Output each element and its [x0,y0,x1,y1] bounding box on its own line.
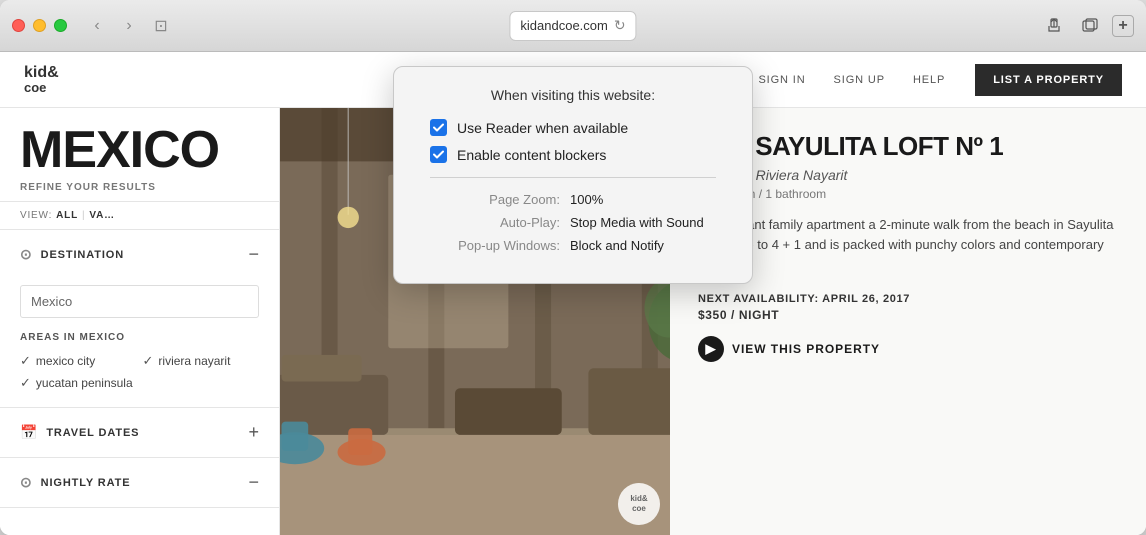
area-check-yucatan: ✓ [20,375,31,391]
page-title: MEXICO [20,124,259,176]
site-logo[interactable]: kid& coe [24,64,59,96]
view-va-link[interactable]: VA… [89,210,115,221]
popup-windows-row: Pop-up Windows: Block and Notify [430,238,716,253]
area-item-mexico-city: ✓ mexico city [20,353,137,369]
destination-filter-section: ⊙ DESTINATION − AREAS IN MEXICO ✓ mexico… [0,230,279,408]
destination-filter-body: AREAS IN MEXICO ✓ mexico city ✓ riviera … [0,279,279,407]
share-button[interactable] [1040,12,1068,40]
travel-dates-title-group: 📅 TRAVEL DATES [20,424,139,441]
property-title: THE SAYULITA LOFT Nº 1 [698,132,1118,161]
destination-input[interactable] [20,285,259,318]
view-property-label: VIEW THIS PROPERTY [732,342,880,356]
property-description: This vibrant family apartment a 2-minute… [698,215,1118,277]
new-tab-button[interactable]: + [1112,15,1134,37]
minimize-button[interactable] [33,19,46,32]
view-bar: VIEW: ALL | VA… [0,201,279,230]
areas-label: AREAS IN MEXICO [20,332,259,343]
url-bar[interactable]: kidandcoe.com ↻ [509,11,636,41]
nightly-rate-filter-section: ⊙ NIGHTLY RATE − [0,458,279,508]
nav-item-help[interactable]: HELP [899,74,959,86]
nightly-rate-title-group: ⊙ NIGHTLY RATE [20,474,130,491]
destination-filter-header[interactable]: ⊙ DESTINATION − [0,230,279,279]
logo-line1: kid& [24,64,59,82]
travel-dates-filter-header[interactable]: 📅 TRAVEL DATES + [0,408,279,457]
nightly-rate-toggle[interactable]: − [248,472,259,493]
auto-play-key: Auto-Play: [430,215,560,230]
toolbar-right: + [1040,12,1134,40]
tabs-button[interactable] [1076,12,1104,40]
travel-dates-icon: 📅 [20,424,38,441]
nav-item-sign-up[interactable]: SIGN UP [820,74,899,86]
reload-button[interactable]: ↻ [614,17,626,34]
popup-windows-value: Block and Notify [570,238,664,253]
nightly-rate-title: NIGHTLY RATE [41,477,131,489]
nightly-rate-icon: ⊙ [20,474,33,491]
view-property-button[interactable]: ▶ VIEW THIS PROPERTY [698,336,1118,362]
destination-filter-title: DESTINATION [41,249,124,261]
area-check-mexico-city: ✓ [20,353,31,369]
logo-watermark: kid& coe [618,483,660,525]
page-zoom-key: Page Zoom: [430,192,560,207]
content-blockers-checkbox[interactable] [430,146,447,163]
maximize-button[interactable] [54,19,67,32]
area-label-mexico-city: mexico city [36,354,95,368]
area-label-riviera: riviera nayarit [158,354,230,368]
url-text: kidandcoe.com [520,18,607,33]
area-check-riviera: ✓ [143,353,154,369]
property-location: Sayulita, Riviera Nayarit [698,167,1118,183]
area-item-riviera: ✓ riviera nayarit [143,353,260,369]
browser-window: ‹ › ⊡ kidandcoe.com ↻ [0,0,1146,535]
popup-title: When visiting this website: [430,87,716,103]
content-blockers-row: Enable content blockers [430,146,716,163]
auto-play-value: Stop Media with Sound [570,215,704,230]
area-item-yucatan: ✓ yucatan peninsula [20,375,137,391]
website-content: kid& coe HOME EXC… | SIGN IN SIGN UP HEL… [0,52,1146,535]
property-rooms: 1 bedroom / 1 bathroom [698,187,1118,201]
travel-dates-title: TRAVEL DATES [46,427,139,439]
close-button[interactable] [12,19,25,32]
property-price: $350 / NIGHT [698,308,1118,322]
title-bar: ‹ › ⊡ kidandcoe.com ↻ [0,0,1146,52]
view-all-link[interactable]: ALL [56,210,78,221]
destination-filter-icon: ⊙ [20,246,33,263]
page-zoom-row: Page Zoom: 100% [430,192,716,207]
destination-filter-title-group: ⊙ DESTINATION [20,246,124,263]
nav-buttons: ‹ › [83,12,143,40]
traffic-lights [12,19,67,32]
use-reader-label: Use Reader when available [457,120,628,136]
refine-label: REFINE YOUR RESULTS [20,182,259,193]
view-separator: | [82,210,85,221]
view-label: VIEW: [20,210,52,221]
auto-play-row: Auto-Play: Stop Media with Sound [430,215,716,230]
logo-line2: coe [24,81,59,95]
list-property-button[interactable]: LIST A PROPERTY [975,64,1122,96]
popup-divider [430,177,716,178]
area-label-yucatan: yucatan peninsula [36,376,133,390]
content-blockers-label: Enable content blockers [457,147,606,163]
destination-filter-toggle[interactable]: − [248,244,259,265]
areas-grid: ✓ mexico city ✓ riviera nayarit ✓ yucata… [20,353,259,391]
use-reader-row: Use Reader when available [430,119,716,136]
nightly-rate-filter-header[interactable]: ⊙ NIGHTLY RATE − [0,458,279,507]
use-reader-checkbox[interactable] [430,119,447,136]
popup-windows-key: Pop-up Windows: [430,238,560,253]
back-button[interactable]: ‹ [83,12,111,40]
forward-button[interactable]: › [115,12,143,40]
page-title-area: MEXICO REFINE YOUR RESULTS [0,108,279,201]
browser-settings-popup[interactable]: When visiting this website: Use Reader w… [393,66,753,284]
property-availability: NEXT AVAILABILITY: APRIL 26, 2017 [698,293,1118,305]
sidebar-toggle-button[interactable]: ⊡ [147,12,175,40]
page-zoom-value: 100% [570,192,603,207]
view-property-icon: ▶ [698,336,724,362]
nav-item-sign-in[interactable]: SIGN IN [744,74,819,86]
travel-dates-toggle[interactable]: + [248,422,259,443]
travel-dates-filter-section: 📅 TRAVEL DATES + [0,408,279,458]
sidebar: MEXICO REFINE YOUR RESULTS VIEW: ALL | V… [0,108,280,535]
